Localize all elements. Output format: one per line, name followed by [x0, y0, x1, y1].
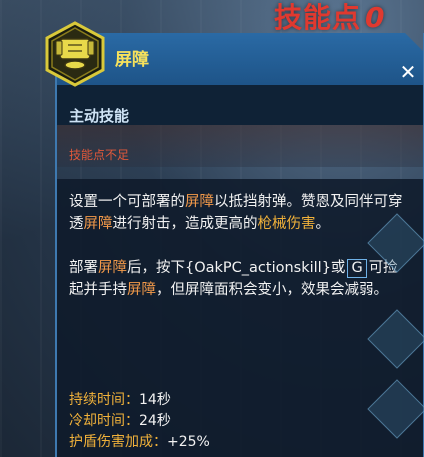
- skill-points-display: 技能点 0: [274, 0, 386, 36]
- skill-points-label: 技能点: [274, 1, 362, 34]
- description-text: ，但屏障面积会变小，效果会减弱。: [156, 282, 388, 298]
- highlight-term: 屏障: [98, 260, 127, 276]
- stat-row: 冷却时间：24秒: [69, 411, 210, 432]
- barrier-shield-icon: [45, 21, 105, 87]
- description-text: 。: [315, 216, 331, 232]
- stat-row: 持续时间：14秒: [69, 390, 210, 411]
- description-paragraph: 设置一个可部署的屏障以抵挡射弹。赞恩及同伴可穿透屏障进行射击，造成更高的枪械伤害…: [69, 191, 411, 235]
- status-text: 技能点不足: [69, 148, 130, 162]
- highlight-term: 屏障: [127, 282, 156, 298]
- description-text: 后，按下{OakPC_actionskill}或: [127, 260, 346, 276]
- tooltip-header: [57, 33, 423, 85]
- stat-row: 护盾伤害加成：+25%: [69, 432, 210, 453]
- highlight-term: 枪械伤害: [257, 216, 316, 232]
- skill-points-value: 0: [365, 1, 386, 34]
- highlight-term: 屏障: [185, 194, 214, 210]
- stat-label: 护盾伤害加成：: [69, 434, 167, 450]
- description-text: 进行射击，造成更高的: [112, 216, 258, 232]
- skill-title: 屏障: [115, 50, 149, 70]
- highlight-term: 屏障: [83, 216, 113, 232]
- close-icon: ✕: [399, 60, 417, 84]
- description-paragraph: 部署屏障后，按下{OakPC_actionskill}或 G 可捡起并手持屏障，但屏…: [69, 257, 411, 301]
- stat-value: 24秒: [139, 413, 171, 429]
- skill-stats: 持续时间：14秒 冷却时间：24秒 护盾伤害加成：+25%: [69, 390, 210, 453]
- keybind-hint: G: [347, 259, 367, 278]
- close-button[interactable]: ✕: [399, 60, 417, 84]
- stat-label: 持续时间：: [69, 392, 139, 408]
- stat-value: 14秒: [139, 392, 171, 408]
- description-text: 部署: [69, 260, 98, 276]
- stat-label: 冷却时间：: [69, 413, 139, 429]
- skill-description: 设置一个可部署的屏障以抵挡射弹。赞恩及同伴可穿透屏障进行射击，造成更高的枪械伤害…: [69, 191, 411, 301]
- skill-type: 主动技能: [69, 107, 130, 125]
- description-text: 设置一个可部署的: [69, 194, 185, 210]
- stat-value: +25%: [167, 434, 210, 450]
